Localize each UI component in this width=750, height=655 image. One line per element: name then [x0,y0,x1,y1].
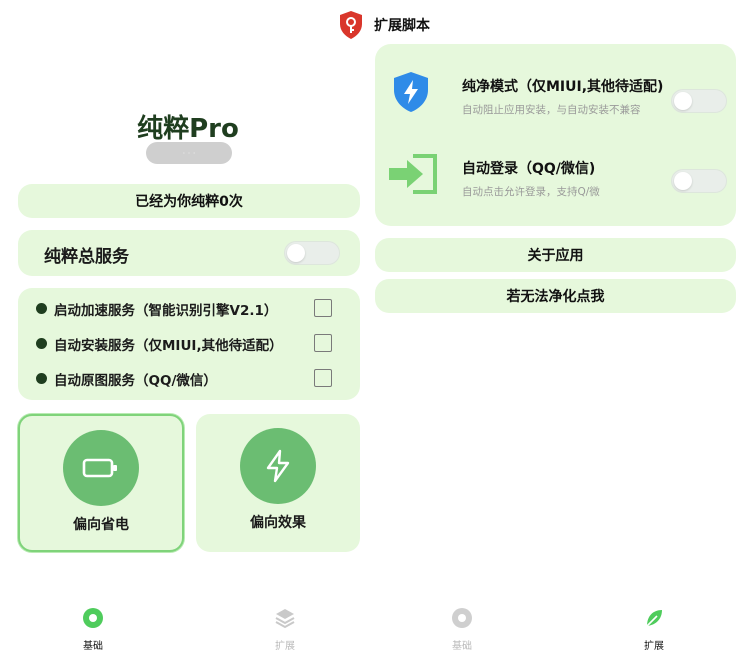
feature-auto-login-title: 自动登录（QQ/微信) [462,161,596,177]
toggle-knob [287,244,305,262]
nav-extension[interactable]: 扩展 [255,607,315,652]
feature-pure-mode-desc: 自动阻止应用安装，与自动安装不兼容 [462,104,641,116]
login-arrow-icon [389,154,437,194]
mode-power-saving-circle [63,430,139,506]
gear-icon [452,608,472,628]
toggle-knob [674,172,692,190]
services-card: 启动加速服务（智能识别引擎V2.1） 自动安装服务（仅MIUI,其他待适配） 自… [18,288,360,400]
version-badge: · · · [146,142,232,164]
mode-performance[interactable]: 偏向效果 [196,414,360,552]
nav-extension-right[interactable]: 扩展 [624,607,684,652]
mode-performance-label: 偏向效果 [250,515,306,531]
leaf-icon [646,610,662,627]
mode-power-saving[interactable]: 偏向省电 [18,414,184,552]
layers-icon [275,609,295,629]
features-card: 纯净模式（仅MIUI,其他待适配) 自动阻止应用安装，与自动安装不兼容 自动登录… [375,44,736,226]
script-header: 扩展脚本 [338,8,430,42]
nav-extension-label: 扩展 [275,641,295,652]
nav-basic-right[interactable]: 基础 [432,607,492,652]
script-header-title: 扩展脚本 [374,18,430,34]
service-label-original-image: 自动原图服务（QQ/微信） [54,373,217,389]
shield-key-icon [340,11,362,39]
bullet-icon [36,303,47,314]
master-service-label: 纯粹总服务 [44,247,129,267]
nav-basic-right-label: 基础 [452,641,472,652]
nav-basic-label: 基础 [83,641,103,652]
feature-pure-mode-title: 纯净模式（仅MIUI,其他待适配) [462,79,664,95]
toggle-knob [674,92,692,110]
service-label-boost: 启动加速服务（智能识别引擎V2.1） [54,303,278,319]
master-service-card: 纯粹总服务 [18,230,360,276]
nav-extension-right-label: 扩展 [644,641,664,652]
feature-auto-login-toggle[interactable] [671,169,727,193]
about-app-label: 关于应用 [527,248,584,264]
battery-icon [82,458,117,478]
bullet-icon [36,338,47,349]
service-checkbox-install[interactable] [314,334,332,352]
purify-counter-text: 已经为你纯粹0次 [135,194,243,210]
purify-counter: 已经为你纯粹0次 [18,184,360,218]
lightning-icon [266,449,290,483]
app-title: 纯粹Pro [137,114,239,144]
service-checkbox-boost[interactable] [314,299,332,317]
feature-auto-login-desc: 自动点击允许登录，支持Q/微 [462,186,600,198]
service-label-install: 自动安装服务（仅MIUI,其他待适配） [54,338,283,354]
shield-lightning-icon [394,72,428,112]
purify-help-button[interactable]: 若无法净化点我 [375,279,736,313]
about-app-button[interactable]: 关于应用 [375,238,736,272]
master-service-toggle[interactable] [284,241,340,265]
version-badge-text: · · · [182,148,196,158]
purify-help-label: 若无法净化点我 [506,289,605,305]
mode-performance-circle [240,428,316,504]
service-checkbox-original-image[interactable] [314,369,332,387]
feature-pure-mode-toggle[interactable] [671,89,727,113]
bullet-icon [36,373,47,384]
mode-power-saving-label: 偏向省电 [73,517,129,533]
gear-icon [83,608,103,628]
nav-basic[interactable]: 基础 [63,607,123,652]
